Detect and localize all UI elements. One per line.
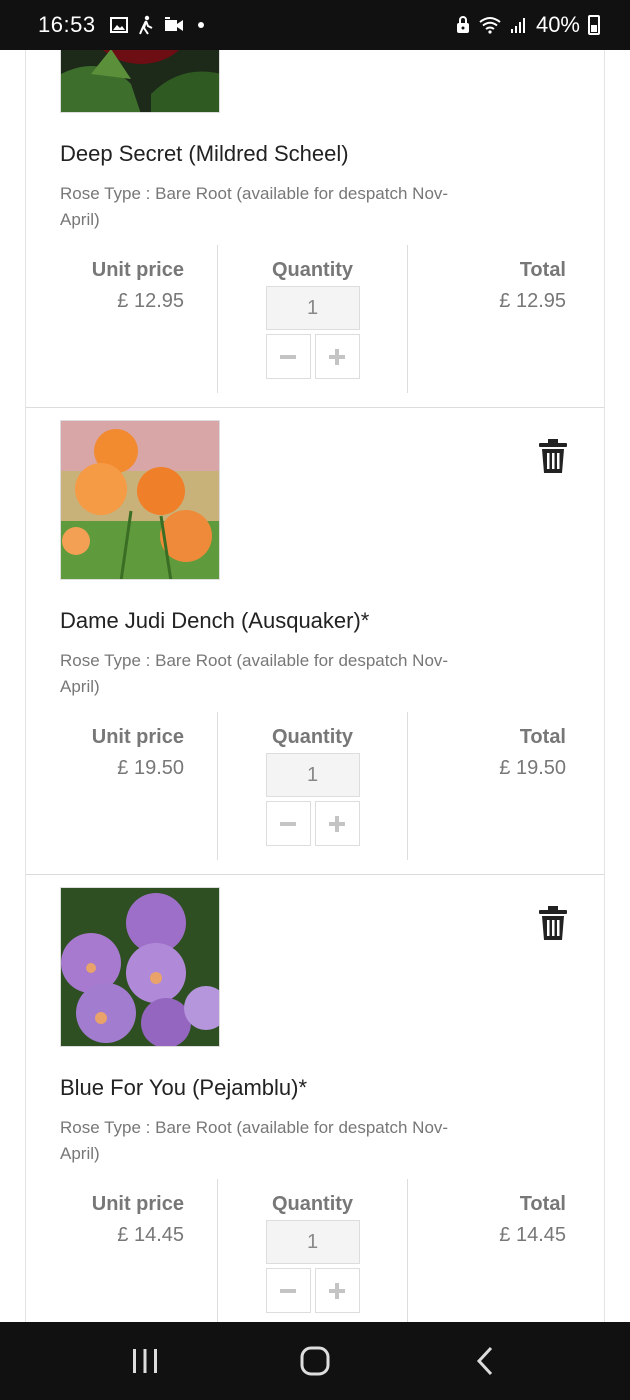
cart-content[interactable]: Deep Secret (Mildred Scheel) Rose Type :… <box>0 50 630 1322</box>
product-image[interactable] <box>60 50 220 113</box>
plus-icon <box>329 815 345 832</box>
minus-icon <box>280 1288 296 1293</box>
product-name[interactable]: Blue For You (Pejamblu)* <box>60 1075 307 1101</box>
product-variant: Rose Type : Bare Root (available for des… <box>60 1118 449 1163</box>
plus-icon <box>329 1282 345 1299</box>
status-right: 40% <box>456 12 600 38</box>
total-column: Total £ 19.50 <box>408 712 604 860</box>
product-image[interactable] <box>60 887 220 1047</box>
quantity-input[interactable]: 1 <box>265 753 360 797</box>
back-button[interactable] <box>455 1331 515 1391</box>
status-left-icons <box>109 15 204 35</box>
decrease-quantity-button[interactable] <box>265 1268 311 1313</box>
cart-item: Deep Secret (Mildred Scheel) Rose Type :… <box>26 50 604 408</box>
back-icon <box>476 1346 493 1376</box>
wifi-icon <box>479 17 501 34</box>
home-icon <box>300 1346 330 1376</box>
recent-apps-icon <box>133 1349 157 1373</box>
unit-price-column: Unit price £ 12.95 <box>26 245 218 393</box>
signal-icon <box>510 18 525 33</box>
plus-icon <box>329 348 345 365</box>
total-column: Total £ 12.95 <box>408 245 604 393</box>
minus-icon <box>280 354 296 359</box>
status-bar: 16:53 40% <box>0 0 630 50</box>
video-icon <box>164 17 183 31</box>
total-value: £ 19.50 <box>499 757 566 779</box>
delete-item-icon[interactable] <box>538 438 568 474</box>
system-nav-bar <box>0 1322 630 1400</box>
cart-item: Blue For You (Pejamblu)* Rose Type : Bar… <box>26 875 604 1322</box>
unit-price-label: Unit price <box>91 1193 184 1215</box>
product-name[interactable]: Dame Judi Dench (Ausquaker)* <box>60 608 369 634</box>
activity-icon <box>138 15 153 35</box>
increase-quantity-button[interactable] <box>314 1268 360 1313</box>
quantity-column: Quantity 1 <box>218 1179 408 1322</box>
notification-dot <box>197 22 204 28</box>
quantity-label: Quantity <box>271 259 354 281</box>
total-column: Total £ 14.45 <box>408 1179 604 1322</box>
delete-item-icon[interactable] <box>538 905 568 941</box>
quantity-stepper <box>218 1268 407 1313</box>
unit-price-value: £ 12.95 <box>117 290 184 312</box>
price-row: Unit price £ 14.45 Quantity 1 Total £ 14… <box>26 1179 604 1322</box>
quantity-column: Quantity 1 <box>218 245 408 393</box>
cart-list: Deep Secret (Mildred Scheel) Rose Type :… <box>25 50 605 1322</box>
total-value: £ 12.95 <box>499 290 566 312</box>
total-label: Total <box>519 726 566 748</box>
unit-price-value: £ 19.50 <box>117 757 184 779</box>
increase-quantity-button[interactable] <box>314 334 360 379</box>
lock-icon <box>456 16 469 33</box>
status-time: 16:53 <box>38 12 96 37</box>
home-button[interactable] <box>285 1331 345 1391</box>
unit-price-value: £ 14.45 <box>117 1224 184 1246</box>
quantity-stepper <box>218 801 407 846</box>
price-row: Unit price £ 19.50 Quantity 1 Total £ 19… <box>26 712 604 860</box>
total-value: £ 14.45 <box>499 1224 566 1246</box>
quantity-label: Quantity <box>271 1193 354 1215</box>
unit-price-column: Unit price £ 19.50 <box>26 712 218 860</box>
product-variant: Rose Type : Bare Root (available for des… <box>60 184 449 229</box>
quantity-input[interactable]: 1 <box>265 286 360 330</box>
increase-quantity-button[interactable] <box>314 801 360 846</box>
quantity-stepper <box>218 334 407 379</box>
cart-item: Dame Judi Dench (Ausquaker)* Rose Type :… <box>26 408 604 875</box>
battery-icon <box>588 15 600 35</box>
product-variant: Rose Type : Bare Root (available for des… <box>60 651 449 696</box>
battery-percent: 40% <box>535 12 580 37</box>
total-label: Total <box>519 1193 566 1215</box>
unit-price-label: Unit price <box>91 259 184 281</box>
decrease-quantity-button[interactable] <box>265 801 311 846</box>
product-image[interactable] <box>60 420 220 580</box>
quantity-label: Quantity <box>271 726 354 748</box>
minus-icon <box>280 821 296 826</box>
total-label: Total <box>519 259 566 281</box>
decrease-quantity-button[interactable] <box>265 334 311 379</box>
gallery-icon <box>109 17 128 33</box>
product-name[interactable]: Deep Secret (Mildred Scheel) <box>60 141 349 167</box>
quantity-input[interactable]: 1 <box>265 1220 360 1264</box>
unit-price-column: Unit price £ 14.45 <box>26 1179 218 1322</box>
price-row: Unit price £ 12.95 Quantity 1 Total £ 12… <box>26 245 604 393</box>
recent-apps-button[interactable] <box>115 1331 175 1391</box>
quantity-column: Quantity 1 <box>218 712 408 860</box>
unit-price-label: Unit price <box>91 726 184 748</box>
